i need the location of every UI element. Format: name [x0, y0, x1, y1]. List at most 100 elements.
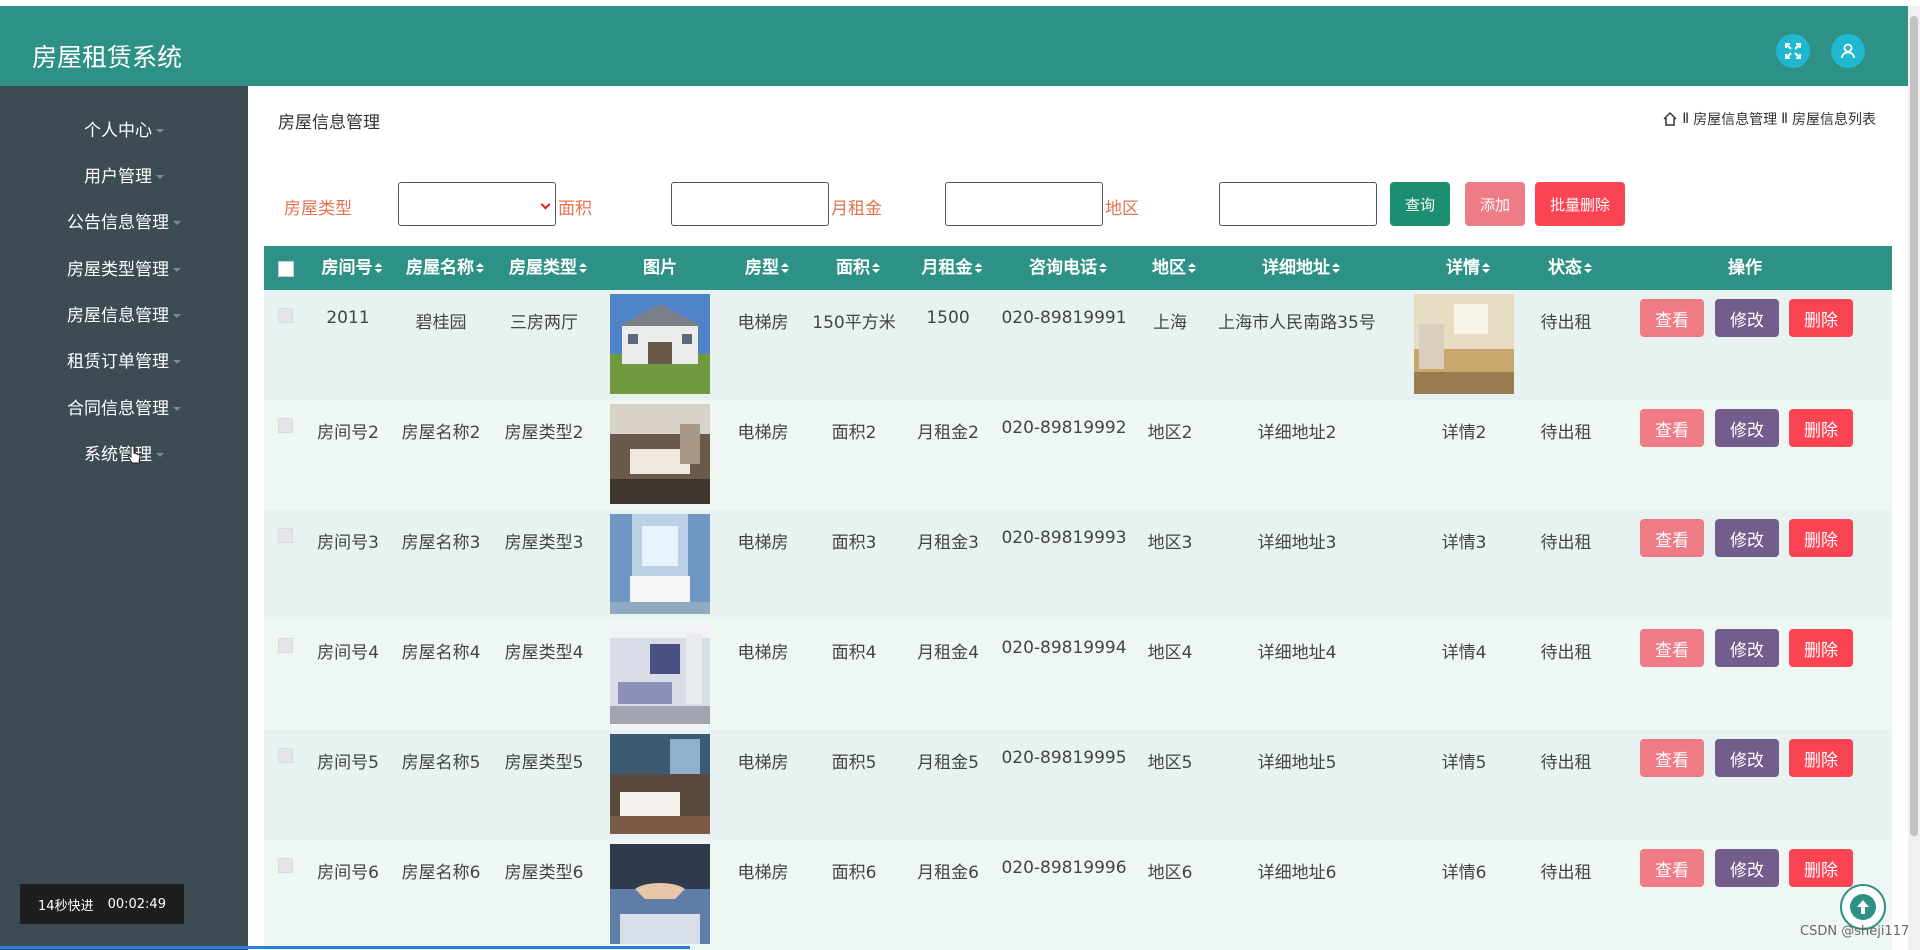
column-header-area[interactable]: 面积 [836, 246, 880, 290]
house-type-label: 房屋类型 [284, 199, 352, 219]
fullscreen-button[interactable] [1776, 34, 1810, 68]
table-row: 房间号6 房屋名称6 房屋类型6 电梯房 面积6 月租金6 020-898199… [264, 840, 1892, 950]
status-cell: 待出租 [1540, 423, 1592, 443]
region-cell: 地区4 [1147, 643, 1193, 663]
column-header-detail[interactable]: 详情 [1446, 246, 1490, 290]
column-header-layout[interactable]: 房型 [745, 246, 789, 290]
query-button[interactable]: 查询 [1390, 182, 1450, 226]
table-row: 房间号4 房屋名称4 房屋类型4 电梯房 面积4 月租金4 020-898199… [264, 620, 1892, 730]
delete-button[interactable]: 删除 [1789, 519, 1853, 557]
layout-cell: 电梯房 [737, 753, 789, 773]
sidebar-item-house-type-management[interactable]: 房屋类型管理 [0, 255, 248, 285]
detail-image[interactable] [1414, 294, 1514, 394]
room-no-cell: 2011 [326, 308, 370, 328]
house-image[interactable] [610, 404, 710, 504]
home-icon[interactable] [1662, 111, 1678, 127]
video-speed-label: 14秒快进 [38, 898, 94, 914]
table-row: 房间号2 房屋名称2 房屋类型2 电梯房 面积2 月租金2 020-898199… [264, 400, 1892, 510]
sidebar-item-rental-order-management[interactable]: 租赁订单管理 [0, 347, 248, 377]
sidebar-item-contract-management[interactable]: 合同信息管理 [0, 394, 248, 424]
house-image[interactable] [610, 734, 710, 834]
add-button[interactable]: 添加 [1465, 182, 1525, 226]
area-input[interactable] [671, 182, 829, 226]
room-no-cell: 房间号4 [317, 643, 379, 663]
breadcrumb-item[interactable]: 房屋信息管理 [1693, 109, 1777, 129]
edit-button[interactable]: 修改 [1715, 849, 1779, 887]
column-header-address[interactable]: 详细地址 [1262, 246, 1340, 290]
area-cell: 面积5 [831, 753, 877, 773]
rent-input[interactable] [945, 182, 1103, 226]
region-cell: 地区2 [1147, 423, 1193, 443]
delete-button[interactable]: 删除 [1789, 299, 1853, 337]
status-cell: 待出租 [1540, 533, 1592, 553]
room-no-cell: 房间号2 [317, 423, 379, 443]
video-progress-bar [0, 946, 690, 949]
row-checkbox[interactable] [278, 528, 293, 543]
view-button[interactable]: 查看 [1640, 519, 1704, 557]
view-button[interactable]: 查看 [1640, 849, 1704, 887]
sidebar-item-label: 合同信息管理 [67, 399, 169, 419]
sidebar-item-system-management[interactable]: 系统管理 [0, 440, 248, 470]
edit-button[interactable]: 修改 [1715, 739, 1779, 777]
column-header-room-no[interactable]: 房间号 [322, 246, 383, 290]
area-cell: 面积4 [831, 643, 877, 663]
row-checkbox[interactable] [278, 418, 293, 433]
scrollbar-thumb[interactable] [1910, 16, 1918, 836]
sidebar-item-personal-center[interactable]: 个人中心 [0, 116, 248, 146]
chevron-down-icon [540, 199, 551, 210]
column-header-actions: 操作 [1728, 258, 1762, 278]
column-header-type[interactable]: 房屋类型 [509, 246, 587, 290]
delete-button[interactable]: 删除 [1789, 409, 1853, 447]
select-all-checkbox[interactable] [278, 261, 294, 277]
column-header-region[interactable]: 地区 [1152, 246, 1196, 290]
row-checkbox[interactable] [278, 638, 293, 653]
detail-cell: 详情6 [1441, 863, 1487, 883]
row-checkbox[interactable] [278, 308, 293, 323]
house-image[interactable] [610, 624, 710, 724]
sidebar-item-user-management[interactable]: 用户管理 [0, 162, 248, 192]
delete-button[interactable]: 删除 [1789, 629, 1853, 667]
house-image[interactable] [610, 514, 710, 614]
column-header-phone[interactable]: 咨询电话 [1029, 246, 1107, 290]
layout-cell: 电梯房 [737, 423, 789, 443]
column-header-status[interactable]: 状态 [1548, 246, 1592, 290]
area-cell: 面积6 [831, 863, 877, 883]
view-button[interactable]: 查看 [1640, 629, 1704, 667]
name-cell: 房屋名称6 [401, 863, 481, 883]
edit-button[interactable]: 修改 [1715, 409, 1779, 447]
edit-button[interactable]: 修改 [1715, 519, 1779, 557]
region-cell: 上海 [1153, 313, 1187, 333]
view-button[interactable]: 查看 [1640, 409, 1704, 447]
view-button[interactable]: 查看 [1640, 299, 1704, 337]
table-row: 房间号5 房屋名称5 房屋类型5 电梯房 面积5 月租金5 020-898199… [264, 730, 1892, 840]
row-checkbox[interactable] [278, 748, 293, 763]
vertical-scrollbar[interactable] [1908, 6, 1920, 950]
chevron-down-icon [173, 407, 181, 411]
edit-button[interactable]: 修改 [1715, 299, 1779, 337]
user-button[interactable] [1831, 34, 1865, 68]
house-type-select[interactable] [398, 182, 556, 226]
layout-cell: 电梯房 [737, 863, 789, 883]
house-image[interactable] [610, 844, 710, 944]
address-cell: 详细地址4 [1257, 643, 1337, 663]
address-cell: 详细地址5 [1257, 753, 1337, 773]
status-cell: 待出租 [1540, 643, 1592, 663]
batch-delete-button[interactable]: 批量删除 [1535, 182, 1625, 226]
delete-button[interactable]: 删除 [1789, 739, 1853, 777]
type-cell: 房屋类型5 [504, 753, 584, 773]
sidebar-item-announcement-management[interactable]: 公告信息管理 [0, 208, 248, 238]
column-header-name[interactable]: 房屋名称 [406, 246, 484, 290]
table-row: 房间号3 房屋名称3 房屋类型3 电梯房 面积3 月租金3 020-898199… [264, 510, 1892, 620]
edit-button[interactable]: 修改 [1715, 629, 1779, 667]
house-image[interactable] [610, 294, 710, 394]
region-input[interactable] [1219, 182, 1377, 226]
row-checkbox[interactable] [278, 858, 293, 873]
detail-cell: 详情3 [1441, 533, 1487, 553]
address-cell: 详细地址2 [1257, 423, 1337, 443]
view-button[interactable]: 查看 [1640, 739, 1704, 777]
area-cell: 面积2 [831, 423, 877, 443]
sidebar-item-house-info-management[interactable]: 房屋信息管理 [0, 301, 248, 331]
delete-button[interactable]: 删除 [1789, 849, 1853, 887]
room-no-cell: 房间号6 [317, 863, 379, 883]
column-header-rent[interactable]: 月租金 [922, 246, 983, 290]
